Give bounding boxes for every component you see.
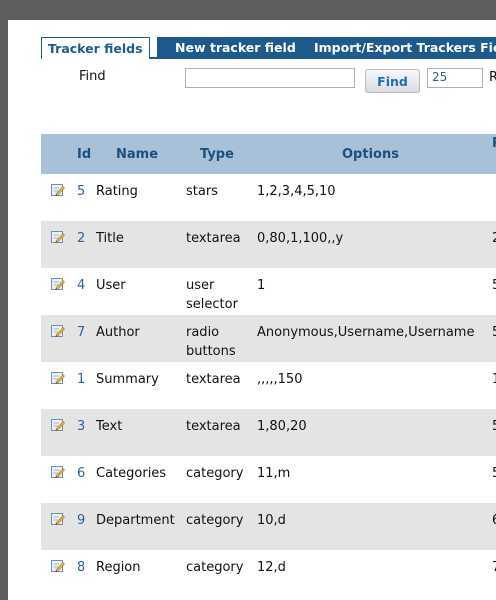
row-name: Rating (96, 184, 138, 199)
find-label: Find (79, 69, 106, 84)
row-id-link[interactable]: 3 (77, 417, 85, 436)
header-id[interactable]: Id (77, 147, 91, 162)
row-options: 1,80,20 (257, 419, 307, 434)
max-records-input[interactable]: 25 (427, 68, 483, 88)
row-name: Region (96, 560, 141, 575)
row-name: User (96, 278, 126, 293)
row-options: Anonymous,Username,Username (257, 325, 475, 340)
table-row: 5 Rating stars 1,2,3,4,5,10 (41, 174, 496, 221)
find-button[interactable]: Find (365, 69, 420, 93)
tab-import-export[interactable]: Import/Export Trackers Fiel (308, 37, 496, 59)
table-body: 5 Rating stars 1,2,3,4,5,10 2 Title text… (41, 174, 496, 597)
row-type: user selector (186, 278, 238, 312)
table-row: 2 Title textarea 0,80,1,100,,y 2 (41, 221, 496, 268)
row-id-link[interactable]: 7 (77, 323, 85, 342)
row-name: Categories (96, 466, 167, 481)
table-row: 3 Text textarea 1,80,20 5 (41, 409, 496, 456)
table-row: 4 User user selector 1 5 (41, 268, 496, 315)
row-id-link[interactable]: 9 (77, 511, 85, 530)
header-type[interactable]: Type (200, 147, 234, 162)
row-type: textarea (186, 372, 241, 387)
row-extra: 5 (492, 464, 496, 483)
row-extra: 5 (492, 276, 496, 295)
row-type: stars (186, 184, 218, 199)
table-header: Id Name Type Options P (41, 134, 496, 174)
row-type: category (186, 513, 244, 528)
row-name: Author (96, 325, 140, 340)
row-type: radio buttons (186, 325, 236, 359)
row-id-link[interactable]: 1 (77, 370, 85, 389)
row-id-link[interactable]: 6 (77, 464, 85, 483)
row-type: textarea (186, 231, 241, 246)
edit-icon[interactable] (51, 559, 65, 573)
row-options: 11,m (257, 466, 291, 481)
table-row: 8 Region category 12,d 7 (41, 550, 496, 597)
edit-icon[interactable] (51, 371, 65, 385)
row-type: category (186, 560, 244, 575)
row-name: Text (96, 419, 123, 434)
edit-icon[interactable] (51, 324, 65, 338)
header-name[interactable]: Name (116, 147, 158, 162)
find-input[interactable] (185, 68, 355, 88)
row-id-link[interactable]: 4 (77, 276, 85, 295)
row-options: 10,d (257, 513, 286, 528)
row-extra: 7 (492, 558, 496, 577)
tab-new-tracker-field[interactable]: New tracker field (169, 37, 302, 59)
row-type: textarea (186, 419, 241, 434)
row-name: Title (96, 231, 124, 246)
row-options: 1 (257, 278, 266, 293)
row-options: 1,2,3,4,5,10 (257, 184, 336, 199)
table-row: 1 Summary textarea ,,,,,150 1 (41, 362, 496, 409)
tab-bar: Tracker fields New tracker field Import/… (41, 37, 496, 59)
edit-icon[interactable] (51, 277, 65, 291)
table-row: 7 Author radio buttons Anonymous,Usernam… (41, 315, 496, 362)
table-row: 6 Categories category 11,m 5 (41, 456, 496, 503)
row-name: Summary (96, 372, 159, 387)
row-name: Department (96, 513, 175, 528)
row-extra: 5 (492, 417, 496, 436)
row-extra: 5 (492, 323, 496, 342)
header-options[interactable]: Options (342, 147, 399, 162)
edit-icon[interactable] (51, 230, 65, 244)
row-id-link[interactable]: 2 (77, 229, 85, 248)
row-extra: 6 (492, 511, 496, 530)
row-id-link[interactable]: 5 (77, 182, 85, 201)
table-row: 9 Department category 10,d 6 (41, 503, 496, 550)
edit-icon[interactable] (51, 418, 65, 432)
edit-icon[interactable] (51, 512, 65, 526)
max-records-label: R (489, 70, 496, 85)
fields-table: Id Name Type Options P 5 Rating stars 1,… (41, 134, 496, 597)
content-panel: Tracker fields New tracker field Import/… (8, 20, 496, 600)
row-options: ,,,,,150 (257, 372, 303, 387)
row-extra: 1 (492, 370, 496, 389)
header-extra[interactable]: P (492, 136, 496, 151)
tab-tracker-fields[interactable]: Tracker fields (41, 37, 150, 59)
row-options: 12,d (257, 560, 286, 575)
row-type: category (186, 466, 244, 481)
row-extra: 2 (492, 229, 496, 248)
row-options: 0,80,1,100,,y (257, 231, 344, 246)
edit-icon[interactable] (51, 465, 65, 479)
row-id-link[interactable]: 8 (77, 558, 85, 577)
edit-icon[interactable] (51, 183, 65, 197)
